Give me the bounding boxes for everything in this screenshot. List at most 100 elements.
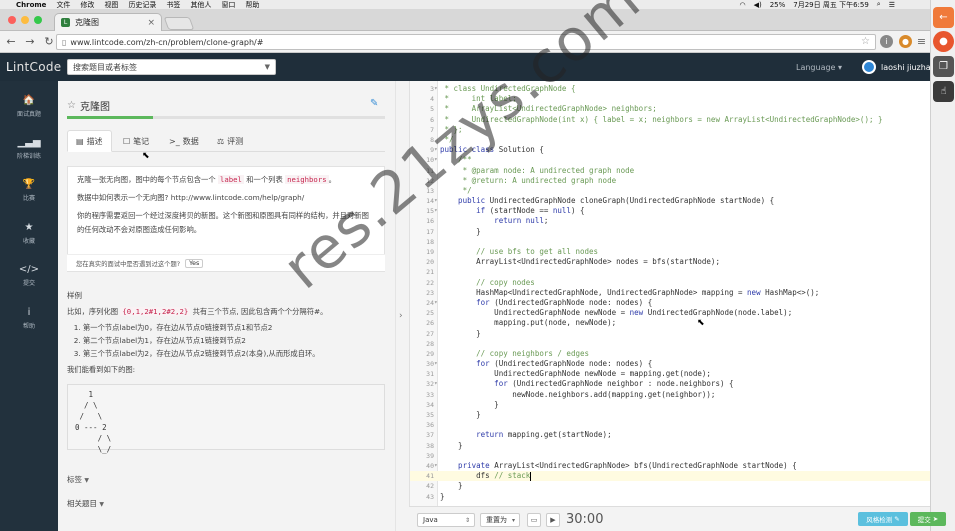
code-line[interactable]: 25 UndirectedGraphNode newNode = new Und… [410, 308, 930, 318]
back-arrow-button[interactable]: ← [933, 7, 954, 28]
problem-search-select[interactable]: 搜索题目或者标签 ▼ [67, 59, 276, 75]
menu-window[interactable]: 窗口 [221, 0, 235, 9]
code-line[interactable]: 31 UndirectedGraphNode newNode = mapping… [410, 369, 930, 379]
browser-tab[interactable]: L 克隆图 × [54, 13, 162, 31]
favorite-star-icon[interactable]: ☆ [67, 100, 76, 111]
menu-app-name[interactable]: Chrome [16, 1, 46, 9]
code-line[interactable]: 6 * UndirectedGraphNode(int x) { label =… [410, 115, 930, 125]
lintcode-logo[interactable]: LintCode [6, 60, 61, 74]
avatar[interactable] [862, 60, 876, 74]
list-icon[interactable]: ☰ [889, 1, 895, 9]
tab-judge[interactable]: ⚖ 评测 [209, 130, 251, 152]
yes-button[interactable]: Yes [185, 258, 204, 268]
code-line[interactable]: 39 [410, 451, 930, 461]
panel-splitter[interactable]: › [395, 81, 409, 531]
code-line[interactable]: 21 [410, 267, 930, 277]
run-button[interactable]: ▶ [546, 513, 560, 527]
code-line[interactable]: 12 * @return: A undirected graph node [410, 176, 930, 186]
clock[interactable]: 7月29日 周五 下午6:59 [793, 0, 869, 9]
url-text[interactable]: www.lintcode.com/zh-cn/problem/clone-gra… [70, 38, 263, 47]
code-line[interactable]: 15 ▾ if (startNode == null) { [410, 206, 930, 216]
code-line[interactable]: 43} [410, 492, 930, 502]
language-select[interactable]: Java ⇕ [417, 513, 475, 527]
menu-help[interactable]: 帮助 [245, 0, 259, 9]
code-line[interactable]: 10 ▾ /** [410, 155, 930, 165]
language-dropdown[interactable]: Language ▾ [796, 63, 842, 72]
code-line[interactable]: 28 [410, 339, 930, 349]
close-tab-icon[interactable]: × [147, 18, 155, 28]
menu-people[interactable]: 其他人 [190, 0, 211, 9]
code-line[interactable]: 40 ▾ private ArrayList<UndirectedGraphNod… [410, 461, 930, 471]
bookmark-star-icon[interactable]: ☆ [861, 36, 870, 47]
submit-button[interactable]: 提交 ➤ [910, 512, 946, 526]
code-line[interactable]: 5 * ArrayList<UndirectedGraphNode> neigh… [410, 104, 930, 114]
code-line[interactable]: 7 * }; [410, 125, 930, 135]
sidebar-item-contest[interactable]: 🏆 比赛 [0, 171, 58, 209]
menu-history[interactable]: 历史记录 [128, 0, 156, 9]
code-line[interactable]: 22 // copy nodes [410, 278, 930, 288]
user-name[interactable]: laoshi jiuzha [881, 63, 931, 72]
address-bar[interactable]: ▯ www.lintcode.com/zh-cn/problem/clone-g… [56, 34, 876, 50]
chrome-menu-icon[interactable]: ≡ [915, 35, 928, 48]
extension-info-icon[interactable]: i [880, 35, 893, 48]
code-line[interactable]: 9 ▾ public class Solution { [410, 145, 930, 155]
menu-view[interactable]: 视图 [104, 0, 118, 9]
code-line[interactable]: 14 ▾ public UndirectedGraphNode cloneGrap… [410, 196, 930, 206]
menu-file[interactable]: 文件 [56, 0, 70, 9]
chevron-right-icon[interactable]: › [399, 311, 403, 321]
zoom-window-button[interactable] [34, 16, 42, 24]
code-line[interactable]: 19 // use bfs to get all nodes [410, 247, 930, 257]
code-line[interactable]: 23 HashMap<UndirectedGraphNode, Undirect… [410, 288, 930, 298]
menu-edit[interactable]: 修改 [80, 0, 94, 9]
tags-toggle[interactable]: 标签 ▼ [67, 474, 89, 485]
code-line[interactable]: 8 */ [410, 135, 930, 145]
code-editor[interactable]: 3 ▾ * class UndirectedGraphNode {4 * int … [409, 81, 930, 506]
search-icon[interactable]: ⌕ [877, 0, 881, 9]
code-line[interactable]: 41 dfs // stack [410, 471, 930, 482]
volume-icon[interactable]: ◀) [754, 1, 762, 9]
code-line[interactable]: 38 } [410, 441, 930, 451]
style-check-button[interactable]: 风格检测 ✎ [858, 512, 908, 526]
code-line[interactable]: 27 } [410, 329, 930, 339]
extension-pumpkin-icon[interactable]: ● [899, 35, 912, 48]
code-line[interactable]: 35 } [410, 410, 930, 420]
tab-description[interactable]: ▤ 描述 [67, 130, 112, 152]
pointer-button[interactable]: ☝ [933, 81, 954, 102]
code-line[interactable]: 11 * @param node: A undirected graph nod… [410, 166, 930, 176]
related-problems-toggle[interactable]: 相关题目 ▼ [67, 498, 104, 509]
code-line[interactable]: 17 } [410, 227, 930, 237]
microphone-button[interactable]: ● [933, 31, 954, 52]
copy-button[interactable]: ❐ [933, 56, 954, 77]
close-window-button[interactable] [8, 16, 16, 24]
code-line[interactable]: 32 ▾ for (UndirectedGraphNode neighbor : … [410, 379, 930, 389]
sidebar-item-help[interactable]: i 帮助 [0, 299, 58, 337]
code-line[interactable]: 3 ▾ * class UndirectedGraphNode { [410, 84, 930, 94]
code-line[interactable]: 4 * int label; [410, 94, 930, 104]
code-line[interactable]: 13 */ [410, 186, 930, 196]
code-line[interactable]: 42 } [410, 481, 930, 491]
code-line[interactable]: 20 ArrayList<UndirectedGraphNode> nodes … [410, 257, 930, 267]
sidebar-item-interview[interactable]: 🏠 面试真题 [0, 87, 58, 125]
battery-percent[interactable]: 25% [770, 1, 786, 9]
tab-notes[interactable]: ☐ 笔记 [115, 130, 157, 152]
sidebar-item-ladder[interactable]: ▁▃▅ 阶梯训练 [0, 129, 58, 167]
code-line[interactable]: 33 newNode.neighbors.add(mapping.get(nei… [410, 390, 930, 400]
code-line[interactable]: 18 [410, 237, 930, 247]
code-line[interactable]: 26 mapping.put(node, newNode); [410, 318, 930, 328]
reset-select[interactable]: 重置为 ▾ [480, 513, 520, 527]
code-lines[interactable]: 3 ▾ * class UndirectedGraphNode {4 * int … [410, 84, 930, 502]
code-line[interactable]: 30 ▾ for (UndirectedGraphNode node: nodes… [410, 359, 930, 369]
minimize-window-button[interactable] [21, 16, 29, 24]
tab-data[interactable]: >_ 数据 [161, 130, 207, 152]
sidebar-item-submissions[interactable]: </> 提交 [0, 256, 58, 294]
code-line[interactable]: 24 ▾ for (UndirectedGraphNode node: nodes… [410, 298, 930, 308]
sidebar-item-favorites[interactable]: ★ 收藏 [0, 214, 58, 252]
edit-pencil-icon[interactable]: ✎ [370, 98, 378, 109]
back-arrow-icon[interactable]: ← [3, 35, 19, 48]
code-line[interactable]: 37 return mapping.get(startNode); [410, 430, 930, 440]
reload-icon[interactable]: ↻ [41, 35, 57, 48]
folder-button[interactable]: ▭ [527, 513, 541, 527]
forward-arrow-icon[interactable]: → [22, 35, 38, 48]
code-line[interactable]: 29 // copy neighbors / edges [410, 349, 930, 359]
menu-bookmarks[interactable]: 书签 [166, 0, 180, 9]
